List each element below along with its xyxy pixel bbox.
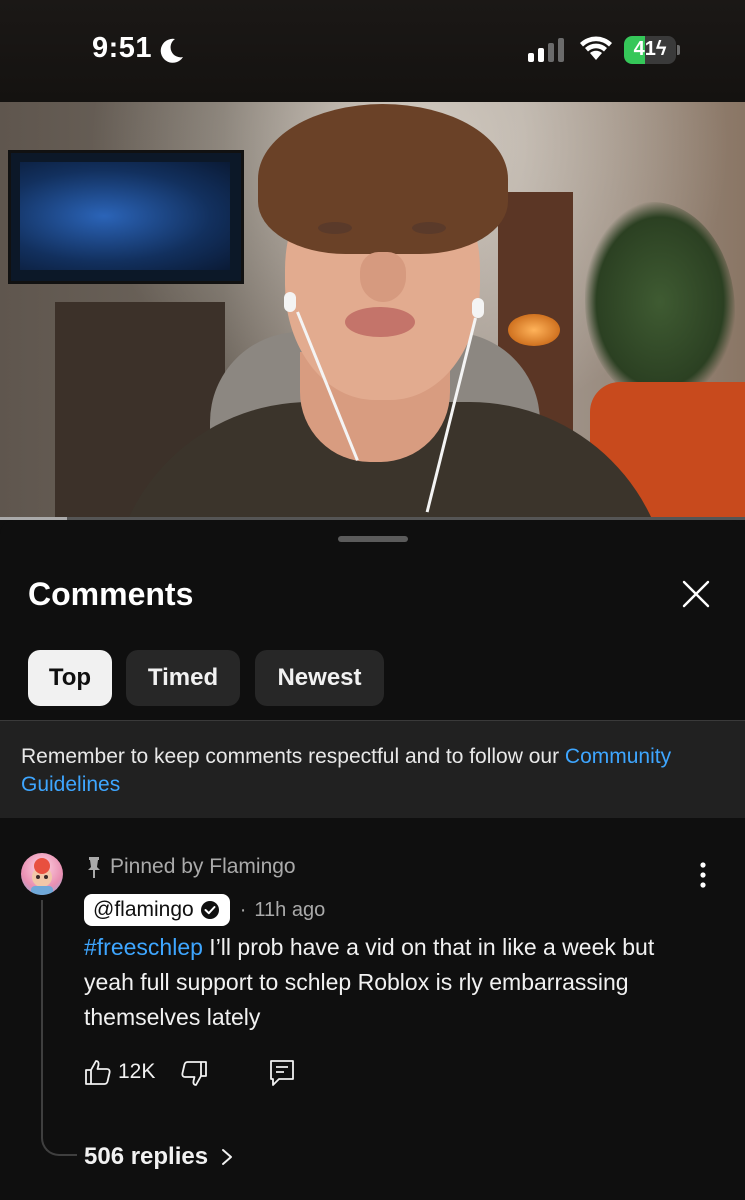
status-time: 9:51 xyxy=(92,32,153,64)
tab-top[interactable]: Top xyxy=(28,650,112,706)
panel-title: Comments xyxy=(28,576,194,612)
hashtag-link[interactable]: #freeschlep xyxy=(84,934,203,960)
author-row: @flamingo · 11h ago xyxy=(84,894,325,926)
status-bar: 9:51 41ϟ xyxy=(0,0,745,102)
verified-check-icon xyxy=(200,901,219,919)
tab-timed[interactable]: Timed xyxy=(126,650,240,706)
avatar[interactable] xyxy=(21,853,63,895)
chevron-right-icon xyxy=(222,1149,233,1165)
thumbs-up-icon[interactable] xyxy=(84,1058,112,1086)
notice-text: Remember to keep comments respectful and… xyxy=(21,745,565,768)
wifi-icon xyxy=(580,36,612,60)
author-handle: @flamingo xyxy=(93,898,194,921)
more-vert-icon[interactable] xyxy=(692,860,714,890)
comment-body: #freeschlep I’ll prob have a vid on that… xyxy=(84,930,704,1035)
pinned-comment: Pinned by Flamingo @flamingo · 11h ago #… xyxy=(0,820,745,1200)
tab-newest[interactable]: Newest xyxy=(255,650,384,706)
battery-indicator: 41ϟ xyxy=(624,36,680,64)
view-replies-button[interactable]: 506 replies xyxy=(84,1142,234,1172)
video-player[interactable] xyxy=(0,102,745,520)
pinned-label: Pinned by Flamingo xyxy=(110,855,296,878)
comment-time: 11h ago xyxy=(254,898,326,921)
pinned-row: Pinned by Flamingo xyxy=(84,854,296,880)
meta-separator: · xyxy=(239,898,247,921)
reply-comment-icon[interactable] xyxy=(268,1058,296,1088)
charging-bolt-icon: ϟ xyxy=(655,38,667,60)
thread-line xyxy=(41,900,77,1156)
author-handle-badge[interactable]: @flamingo xyxy=(84,894,230,926)
pin-icon xyxy=(88,857,100,878)
like-count: 12K xyxy=(118,1060,156,1083)
cellular-signal-icon xyxy=(528,38,564,62)
close-icon[interactable] xyxy=(680,578,712,610)
community-notice: Remember to keep comments respectful and… xyxy=(0,720,745,818)
thumbs-down-icon[interactable] xyxy=(180,1060,208,1088)
drag-handle[interactable] xyxy=(338,536,408,542)
comments-panel: Comments Top Timed Newest Remember to ke… xyxy=(0,520,745,1200)
moon-icon xyxy=(160,38,183,63)
battery-level: 41 xyxy=(633,38,656,60)
replies-label: 506 replies xyxy=(84,1143,209,1170)
